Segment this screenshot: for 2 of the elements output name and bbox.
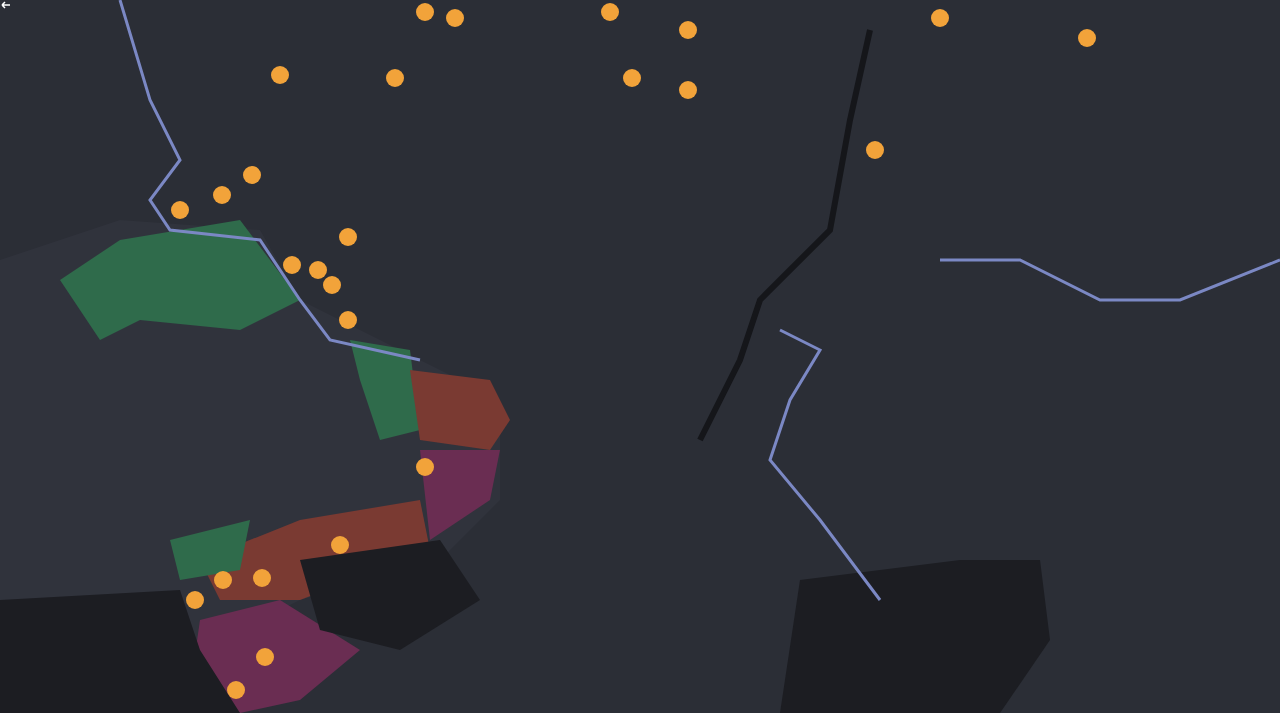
back-button[interactable] [0,0,12,10]
back-arrow-icon [1,1,11,9]
